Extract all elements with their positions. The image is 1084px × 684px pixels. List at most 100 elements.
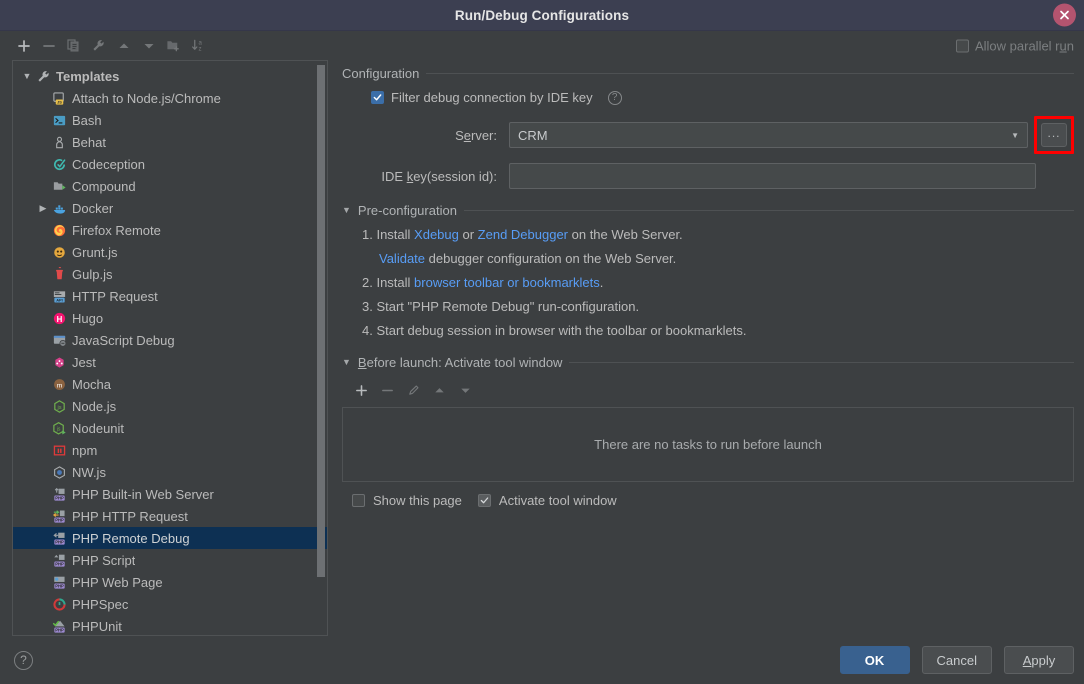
before-launch-toolbar [350,379,1074,402]
step-text: on the Web Server. [568,227,683,242]
tree-item-hugo[interactable]: H Hugo [13,307,327,329]
tree-item-php-remote-debug[interactable]: PHP PHP Remote Debug [13,527,327,549]
remove-task-button[interactable] [376,379,399,402]
tree-item-mocha[interactable]: m Mocha [13,373,327,395]
before-launch-task-list[interactable]: There are no tasks to run before launch [342,407,1074,482]
configuration-templates-tree[interactable]: ▼ Templates JS Attach to Node.js/Chrome Bash… [12,60,328,636]
question-icon[interactable]: ? [607,90,622,105]
tree-item-label: Mocha [72,376,112,392]
edit-templates-button[interactable] [87,34,110,57]
step-link[interactable]: Zend Debugger [478,227,568,242]
chevron-down-icon[interactable]: ▼ [19,68,35,84]
edit-task-button[interactable] [402,379,425,402]
tree-item-label: Behat [72,134,106,150]
chevron-down-icon[interactable]: ▼ [342,358,351,367]
svg-text:PHP: PHP [55,517,64,522]
php-web-page-icon: PHP [51,574,67,590]
sort-configurations-button[interactable]: a z [187,34,210,57]
question-mark-icon[interactable]: ? [14,650,33,670]
show-this-page-checkbox[interactable] [352,494,365,507]
tree-item-attach-to-node-js-chrome[interactable]: JS Attach to Node.js/Chrome [13,87,327,109]
allow-parallel-run-row[interactable]: Allow parallel run [955,38,1074,53]
tree-root-templates[interactable]: ▼ Templates [13,65,327,87]
tree-item-javascript-debug[interactable]: JavaScript Debug [13,329,327,351]
tree-item-label: PHP HTTP Request [72,508,188,524]
cancel-button[interactable]: Cancel [921,646,992,674]
ide-key-input[interactable] [509,163,1036,189]
tree-item-gulp-js[interactable]: Gulp.js [13,263,327,285]
php-script-icon: PHP [51,552,67,568]
pre-configuration-section-title: Pre-configuration [357,203,457,218]
tree-item-node-js[interactable]: js Node.js [13,395,327,417]
add-task-button[interactable] [350,379,373,402]
configuration-section-header: Configuration [342,66,1074,81]
copy-configuration-button[interactable] [62,34,85,57]
tree-item-php-http-request[interactable]: PHP PHP HTTP Request [13,505,327,527]
wrench-icon [93,40,104,51]
remove-configuration-button[interactable] [37,34,60,57]
step-link[interactable]: Xdebug [414,227,459,242]
tree-item-http-request[interactable]: API HTTP Request [13,285,327,307]
browse-server-button[interactable]: ... [1041,123,1067,147]
tree-item-npm[interactable]: npm [13,439,327,461]
before-launch-section-title: Before launch: Activate tool window [357,355,563,370]
tree-item-bash[interactable]: Bash [13,109,327,131]
tree-item-compound[interactable]: Compound [13,175,327,197]
step-text: debugger configuration on the Web Server… [425,251,677,266]
before-launch-section-header[interactable]: ▼ Before launch: Activate tool window [342,355,1074,370]
move-down-button[interactable] [137,34,160,57]
tree-item-codeception[interactable]: Codeception [13,153,327,175]
svg-text:H: H [56,314,62,323]
tree-item-php-built-in-web-server[interactable]: PHP PHP Built-in Web Server [13,483,327,505]
chevron-right-icon[interactable]: ▶ [35,200,51,216]
pre-configuration-section-header[interactable]: ▼ Pre-configuration [342,203,1074,218]
server-select[interactable]: CRM ▼ [509,122,1028,148]
apply-button[interactable]: Ap ply [1004,646,1074,674]
tree-item-firefox-remote[interactable]: Firefox Remote [13,219,327,241]
create-folder-button[interactable] [162,34,185,57]
tree-item-nodeunit[interactable]: js Nodeunit [13,417,327,439]
tree-item-label: npm [72,442,98,458]
move-task-up-button[interactable] [428,379,451,402]
tree-item-php-web-page[interactable]: PHP PHP Web Page [13,571,327,593]
tree-item-docker[interactable]: ▶ Docker [13,197,327,219]
filter-debug-connection-row[interactable]: Filter debug connection by IDE key ? [371,90,1074,105]
step-link[interactable]: browser toolbar or bookmarklets [414,275,600,290]
jest-icon [51,354,67,370]
allow-parallel-run-checkbox[interactable] [955,39,969,52]
tree-item-phpspec[interactable]: PHPSpec [13,593,327,615]
tree-item-label: Node.js [72,398,117,414]
tree-scrollbar[interactable] [317,65,325,577]
move-up-button[interactable] [112,34,135,57]
tree-item-label: NW.js [72,464,106,480]
compound-icon [51,178,67,194]
tree-item-grunt-js[interactable]: Grunt.js [13,241,327,263]
add-configuration-button[interactable] [12,34,35,57]
activate-tool-window-checkbox[interactable] [477,494,491,507]
chevron-down-icon[interactable]: ▼ [342,206,351,215]
behat-icon [51,134,67,150]
arrow-up-icon [119,43,128,48]
arrow-up-icon [435,388,444,393]
tree-item-label: PHPSpec [72,596,129,612]
ok-button[interactable]: OK [839,646,910,674]
tree-item-php-script[interactable]: PHP PHP Script [13,549,327,571]
tree-item-behat[interactable]: Behat [13,131,327,153]
tree-item-phpunit[interactable]: PHP PHPUnit [13,615,327,635]
show-this-page-label: Show this page [373,493,462,508]
tree-item-jest[interactable]: Jest [13,351,327,373]
section-divider [463,210,1074,211]
tree-item-nw-js[interactable]: NW.js [13,461,327,483]
section-divider [426,73,1074,74]
close-window-button[interactable] [1053,3,1076,27]
step-link[interactable]: Validate [379,251,425,266]
filter-debug-connection-checkbox[interactable] [371,91,384,104]
move-task-down-button[interactable] [454,379,477,402]
